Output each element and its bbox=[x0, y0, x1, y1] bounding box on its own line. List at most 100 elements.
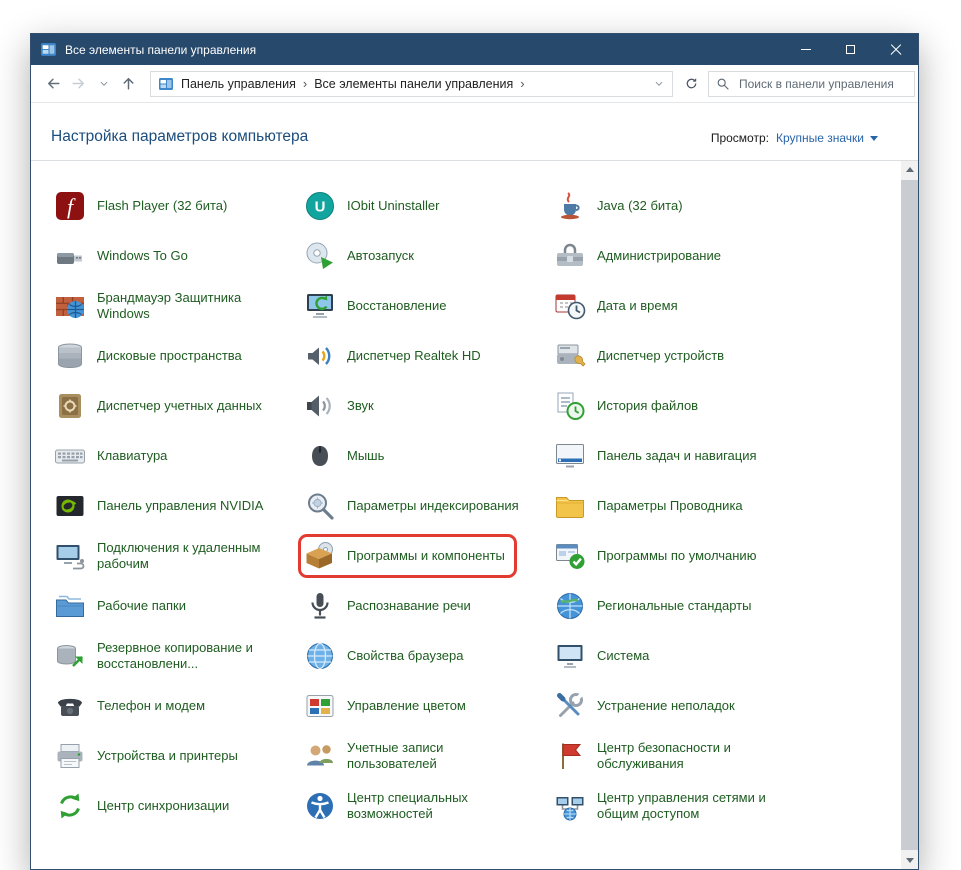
scrollbar-thumb[interactable] bbox=[901, 180, 918, 850]
control-panel-item[interactable]: Рабочие папки bbox=[48, 581, 298, 631]
control-panel-item[interactable]: Звук bbox=[298, 381, 548, 431]
back-button[interactable] bbox=[41, 71, 66, 97]
control-panel-item[interactable]: Диспетчер учетных данных bbox=[48, 381, 298, 431]
keyboard-icon bbox=[54, 440, 86, 472]
control-panel-item[interactable]: Дата и время bbox=[548, 281, 798, 331]
control-panel-item[interactable]: Свойства браузера bbox=[298, 631, 548, 681]
refresh-button[interactable] bbox=[678, 71, 704, 97]
item-label: Устройства и принтеры bbox=[97, 748, 238, 764]
scroll-up-button[interactable] bbox=[901, 161, 918, 178]
item-label: Свойства браузера bbox=[347, 648, 464, 664]
control-panel-item[interactable]: Программы и компоненты bbox=[298, 531, 548, 581]
refresh-icon bbox=[684, 76, 699, 91]
item-label: Центр синхронизации bbox=[97, 798, 230, 814]
view-mode-dropdown[interactable]: Крупные значки bbox=[776, 131, 878, 145]
window-title: Все элементы панели управления bbox=[65, 42, 257, 57]
user-accounts-icon bbox=[304, 740, 336, 772]
breadcrumb-item[interactable]: Все элементы панели управления bbox=[312, 77, 515, 91]
control-panel-item[interactable]: Автозапуск bbox=[298, 231, 548, 281]
date-time-icon bbox=[554, 290, 586, 322]
control-panel-item[interactable]: U IObit Uninstaller bbox=[298, 181, 548, 231]
recent-locations-button[interactable] bbox=[91, 71, 116, 97]
sync-center-icon bbox=[54, 790, 86, 822]
control-panel-item[interactable]: Брандмауэр Защитника Windows bbox=[48, 281, 298, 331]
control-panel-item[interactable]: История файлов bbox=[548, 381, 798, 431]
programs-features-icon bbox=[304, 540, 336, 572]
iobit-uninstaller-icon: U bbox=[304, 190, 336, 222]
control-panel-item[interactable]: Java (32 бита) bbox=[548, 181, 798, 231]
item-label: Диспетчер устройств bbox=[597, 348, 725, 364]
control-panel-item[interactable]: Центр синхронизации bbox=[48, 781, 298, 831]
content-area: f Flash Player (32 бита) U IObit Uninstalle… bbox=[31, 161, 918, 869]
internet-options-icon bbox=[304, 640, 336, 672]
control-panel-item[interactable]: Диспетчер Realtek HD bbox=[298, 331, 548, 381]
taskbar-navigation-icon bbox=[554, 440, 586, 472]
chevron-down-icon bbox=[99, 79, 109, 89]
view-mode-value: Крупные значки bbox=[775, 131, 864, 145]
address-bar[interactable]: Панель управления › Все элементы панели уп… bbox=[150, 70, 673, 97]
breadcrumb-separator[interactable]: › bbox=[515, 76, 529, 91]
indexing-options-icon bbox=[304, 490, 336, 522]
close-button[interactable] bbox=[873, 34, 918, 65]
search-input[interactable] bbox=[737, 75, 907, 92]
scroll-down-button[interactable] bbox=[901, 852, 918, 869]
network-sharing-icon bbox=[554, 790, 586, 822]
item-label: Учетные записи пользователей bbox=[347, 740, 444, 771]
control-panel-item[interactable]: Центр управления сетями и общим доступом bbox=[548, 781, 798, 831]
control-panel-item[interactable]: Управление цветом bbox=[298, 681, 548, 731]
control-panel-item[interactable]: Панель управления NVIDIA bbox=[48, 481, 298, 531]
search-box[interactable] bbox=[708, 70, 915, 97]
item-label: Брандмауэр Защитника Windows bbox=[97, 290, 242, 321]
item-label: Java (32 бита) bbox=[597, 198, 683, 214]
control-panel-item[interactable]: Региональные стандарты bbox=[548, 581, 798, 631]
view-label: Просмотр: bbox=[710, 131, 769, 145]
control-panel-item[interactable]: f Flash Player (32 бита) bbox=[48, 181, 298, 231]
control-panel-item[interactable]: Восстановление bbox=[298, 281, 548, 331]
control-panel-item[interactable]: Диспетчер устройств bbox=[548, 331, 798, 381]
breadcrumb-separator[interactable]: › bbox=[298, 76, 312, 91]
vertical-scrollbar[interactable] bbox=[901, 161, 918, 869]
region-icon bbox=[554, 590, 586, 622]
arrow-left-icon bbox=[45, 75, 62, 92]
item-label: Управление цветом bbox=[347, 698, 466, 714]
item-label: Устранение неполадок bbox=[597, 698, 735, 714]
item-label: Программы и компоненты bbox=[347, 548, 505, 564]
control-panel-item[interactable]: Система bbox=[548, 631, 798, 681]
address-dropdown-icon[interactable] bbox=[654, 79, 664, 89]
caret-down-icon bbox=[870, 135, 878, 141]
breadcrumb-item[interactable]: Панель управления bbox=[179, 77, 298, 91]
control-panel-item[interactable]: Подключения к удаленным рабочим bbox=[48, 531, 298, 581]
item-label: Телефон и модем bbox=[97, 698, 206, 714]
header: Настройка параметров компьютера Просмотр… bbox=[31, 103, 918, 160]
arrow-right-icon bbox=[70, 75, 87, 92]
control-panel-item[interactable]: Резервное копирование и восстановлени... bbox=[48, 631, 298, 681]
control-panel-item[interactable]: Параметры индексирования bbox=[298, 481, 548, 531]
control-panel-item[interactable]: Программы по умолчанию bbox=[548, 531, 798, 581]
control-panel-item[interactable]: Устранение неполадок bbox=[548, 681, 798, 731]
item-label: Рабочие папки bbox=[97, 598, 186, 614]
item-label: Подключения к удаленным рабочим bbox=[97, 540, 261, 571]
control-panel-item[interactable]: Учетные записи пользователей bbox=[298, 731, 548, 781]
control-panel-item[interactable]: Мышь bbox=[298, 431, 548, 481]
item-label: Администрирование bbox=[597, 248, 721, 264]
control-panel-item[interactable]: Телефон и модем bbox=[48, 681, 298, 731]
forward-button[interactable] bbox=[66, 71, 91, 97]
control-panel-item[interactable]: Администрирование bbox=[548, 231, 798, 281]
maximize-button[interactable] bbox=[828, 34, 873, 65]
up-button[interactable] bbox=[116, 71, 141, 97]
control-panel-item[interactable]: Дисковые пространства bbox=[48, 331, 298, 381]
control-panel-item[interactable]: Центр специальных возможностей bbox=[298, 781, 548, 831]
control-panel-item[interactable]: Распознавание речи bbox=[298, 581, 548, 631]
triangle-down-icon bbox=[905, 858, 914, 863]
control-panel-item[interactable]: Устройства и принтеры bbox=[48, 731, 298, 781]
control-panel-item[interactable]: Параметры Проводника bbox=[548, 481, 798, 531]
minimize-button[interactable] bbox=[783, 34, 828, 65]
item-label: Мышь bbox=[347, 448, 385, 464]
control-panel-item[interactable]: Панель задач и навигация bbox=[548, 431, 798, 481]
item-label: Восстановление bbox=[347, 298, 447, 314]
control-panel-item[interactable]: Windows To Go bbox=[48, 231, 298, 281]
arrow-up-icon bbox=[120, 75, 137, 92]
control-panel-item[interactable]: Клавиатура bbox=[48, 431, 298, 481]
credential-manager-icon bbox=[54, 390, 86, 422]
control-panel-item[interactable]: Центр безопасности и обслуживания bbox=[548, 731, 798, 781]
